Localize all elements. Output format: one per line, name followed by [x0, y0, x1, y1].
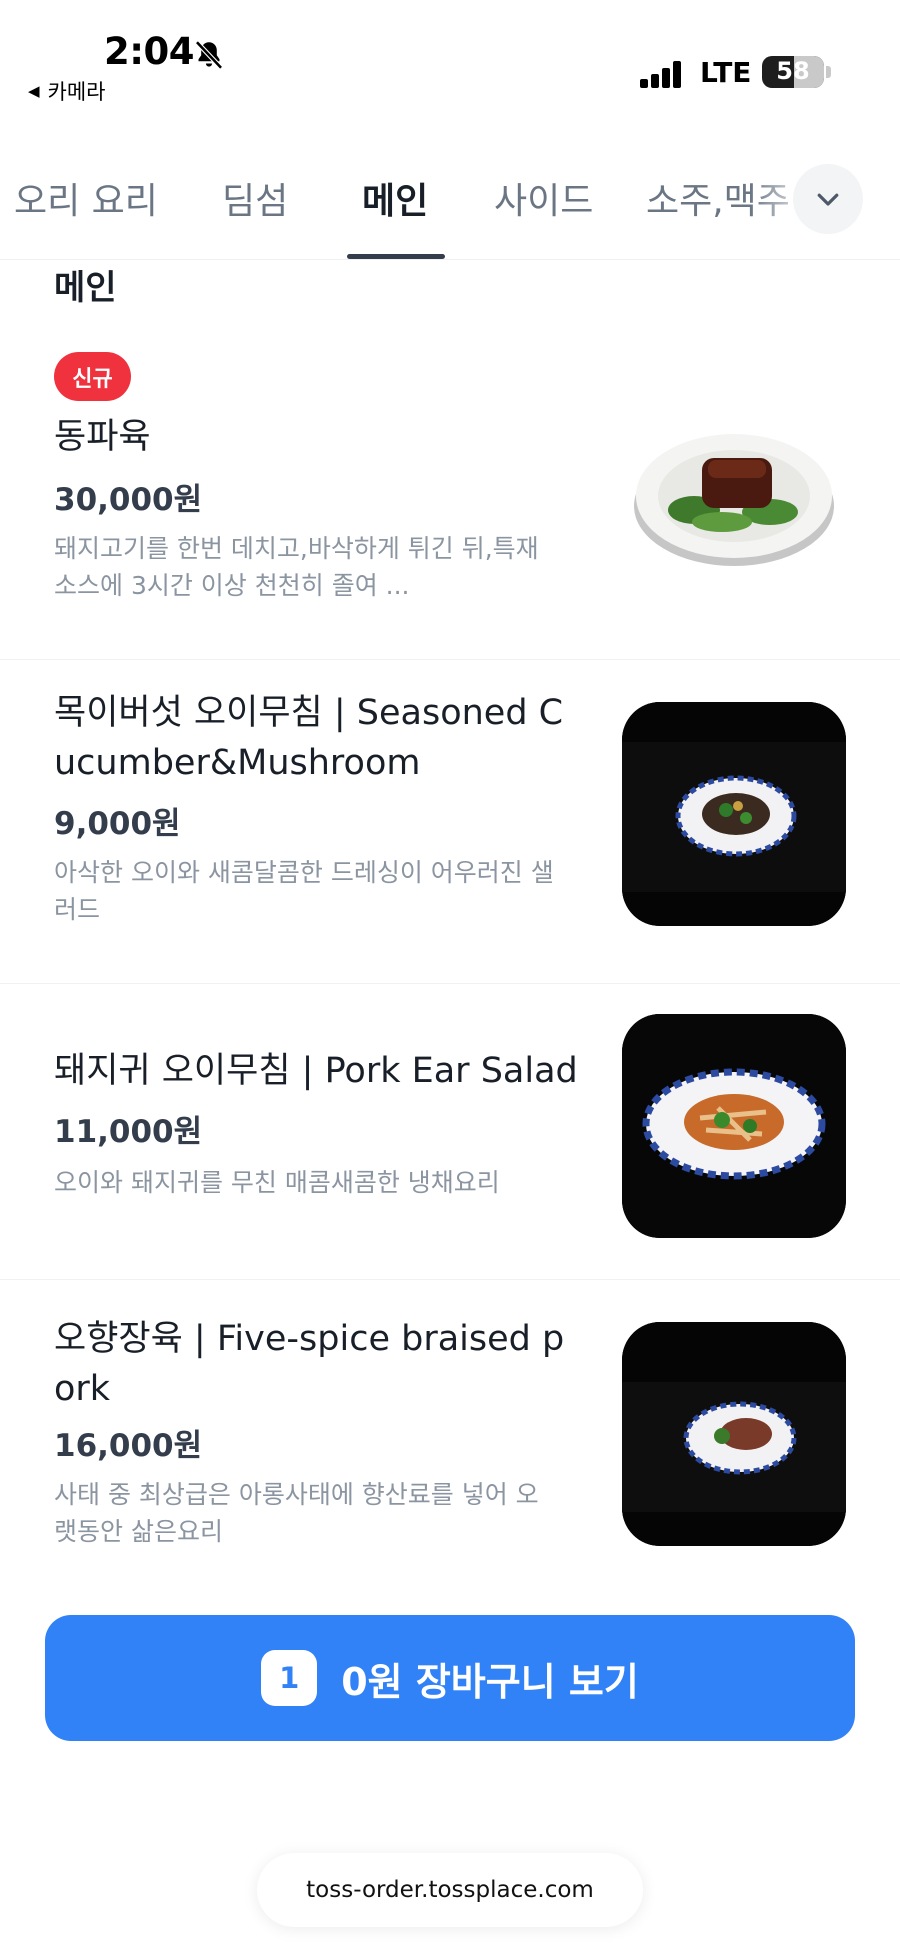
- url-bar[interactable]: toss-order.tossplace.com: [257, 1853, 643, 1927]
- new-badge: 신규: [54, 352, 131, 401]
- cucumber-mushroom-photo: [622, 702, 846, 926]
- item-description: 아삭한 오이와 새콤달콤한 드레싱이 어우러진 샐러드: [54, 858, 554, 924]
- status-bar: 2:04 ◀ 카메라 LTE 58: [0, 0, 900, 112]
- battery-icon: 58: [762, 56, 824, 88]
- item-price: 16,000원: [54, 1428, 203, 1464]
- tab-side[interactable]: 사이드: [494, 172, 593, 224]
- five-spice-pork-photo: [622, 1322, 846, 1546]
- item-price: 9,000원: [54, 806, 181, 842]
- cart-count-badge: 1: [261, 1650, 318, 1706]
- menu-item[interactable]: 오향장육 | Five-spice braised pork 16,000원 사…: [0, 1280, 900, 1606]
- item-name: 돼지귀 오이무침 | Pork Ear Salad: [54, 1051, 578, 1091]
- dongpayuk-photo: [634, 434, 834, 566]
- signal-icon: [640, 60, 684, 88]
- item-name: 목이버섯 오이무침 | Seasoned Cucumber&Mushroom: [54, 693, 564, 783]
- item-price: 11,000원: [54, 1114, 203, 1150]
- item-description: 오이와 돼지귀를 무친 매콤새콤한 냉채요리: [54, 1168, 500, 1197]
- item-price: 30,000원: [54, 482, 203, 518]
- menu-item[interactable]: 목이버섯 오이무침 | Seasoned Cucumber&Mushroom 9…: [0, 660, 900, 984]
- status-time: 2:04: [104, 30, 195, 73]
- back-triangle-icon: ◀: [28, 82, 40, 100]
- tab-duck[interactable]: 오리 요리: [14, 172, 158, 224]
- tab-dimsum[interactable]: 딤섬: [222, 172, 288, 224]
- item-name: 동파육: [54, 417, 151, 457]
- item-name: 오향장육 | Five-spice braised pork: [54, 1319, 565, 1409]
- bell-off-icon: [195, 40, 223, 70]
- network-label: LTE: [700, 56, 752, 89]
- item-description: 돼지고기를 한번 데치고,바삭하게 튀긴 뒤,특재소스에 3시간 이상 천천히 …: [54, 534, 539, 600]
- menu-item[interactable]: 신규 동파육 30,000원 돼지고기를 한번 데치고,바삭하게 튀긴 뒤,특재…: [0, 330, 900, 660]
- page: 2:04 ◀ 카메라 LTE 58 오리 요리 딤섬 메인 사이드 소주,맥주: [0, 0, 900, 1957]
- menu-item[interactable]: 돼지귀 오이무침 | Pork Ear Salad 11,000원 오이와 돼지…: [0, 984, 900, 1280]
- back-app-label: 카메라: [47, 80, 106, 104]
- cart-label: 0원 장바구니 보기: [341, 1659, 639, 1704]
- back-to-app-link[interactable]: ◀ 카메라: [28, 76, 106, 106]
- category-tabs: 오리 요리 딤섬 메인 사이드 소주,맥주: [0, 148, 900, 260]
- tab-main[interactable]: 메인: [362, 172, 428, 224]
- chevron-down-icon: [817, 193, 839, 206]
- view-cart-button[interactable]: 1 0원 장바구니 보기: [45, 1615, 855, 1741]
- active-tab-indicator: [347, 254, 445, 259]
- tabs-more-button[interactable]: [793, 164, 863, 234]
- section-title: 메인: [54, 268, 117, 308]
- battery-tip: [826, 66, 831, 78]
- pork-ear-salad-photo: [622, 1014, 846, 1238]
- item-description: 사태 중 최상급은 아롱사태에 향산료를 넣어 오랫동안 삶은요리: [54, 1480, 539, 1546]
- battery-level: 58: [776, 57, 810, 85]
